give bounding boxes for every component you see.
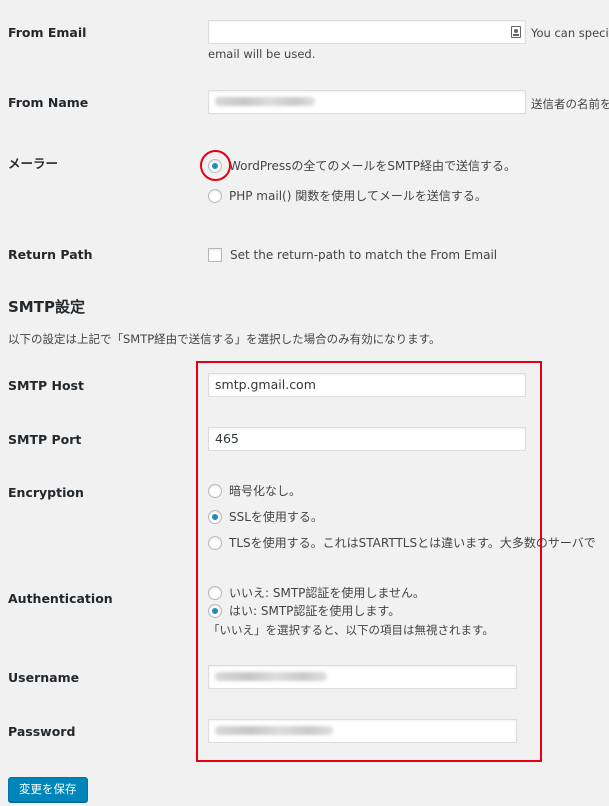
authentication-label: Authentication	[8, 591, 113, 606]
from-name-description: 送信者の名前を	[531, 97, 609, 111]
from-email-label: From Email	[8, 25, 87, 40]
mailer-php-mail-radio[interactable]	[208, 188, 222, 203]
mailer-php-mail-label: PHP mail() 関数を使用してメールを送信する。	[229, 189, 487, 203]
mailer-label: メーラー	[8, 156, 59, 171]
from-name-input[interactable]	[208, 90, 526, 114]
mailer-option-php-mail[interactable]: PHP mail() 関数を使用してメールを送信する。	[208, 187, 487, 205]
highlight-circle	[200, 150, 231, 181]
from-email-input[interactable]	[208, 20, 526, 44]
mailer-smtp-label: WordPressの全てのメールをSMTP経由で送信する。	[229, 159, 516, 173]
smtp-settings-highlight-box	[196, 361, 542, 762]
return-path-checkbox[interactable]	[208, 247, 222, 262]
from-name-label: From Name	[8, 95, 89, 110]
smtp-host-label: SMTP Host	[8, 378, 84, 393]
return-path-label: Return Path	[8, 247, 93, 262]
smtp-section-description: 以下の設定は上記で「SMTP経由で送信する」を選択した場合のみ有効になります。	[8, 332, 441, 346]
smtp-section-title: SMTP設定	[8, 298, 85, 316]
encryption-label: Encryption	[8, 485, 84, 500]
from-email-description: You can specif	[531, 26, 609, 40]
save-changes-button[interactable]: 変更を保存	[8, 777, 88, 802]
from-email-help-text: email will be used.	[208, 47, 316, 61]
contact-card-icon[interactable]	[511, 26, 521, 38]
password-label: Password	[8, 724, 76, 739]
redacted-name-value	[215, 97, 315, 106]
return-path-checkbox-label: Set the return-path to match the From Em…	[230, 248, 498, 262]
smtp-port-label: SMTP Port	[8, 432, 82, 447]
mailer-option-smtp[interactable]: WordPressの全てのメールをSMTP経由で送信する。	[208, 157, 516, 175]
username-label: Username	[8, 670, 80, 685]
return-path-option[interactable]: Set the return-path to match the From Em…	[208, 246, 497, 264]
